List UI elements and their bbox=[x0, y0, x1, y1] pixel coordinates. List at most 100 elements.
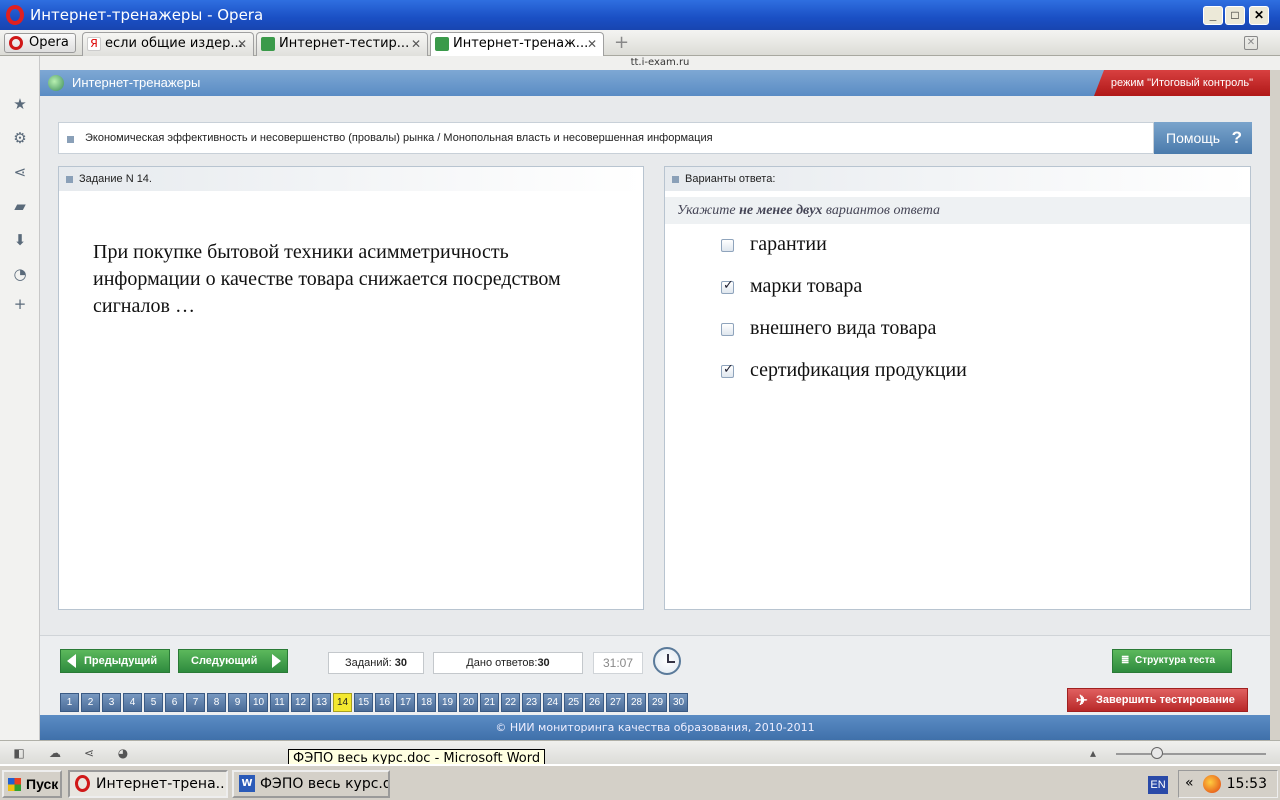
zoom-slider-track[interactable] bbox=[1116, 753, 1266, 755]
page-number-button[interactable]: 9 bbox=[228, 693, 247, 712]
mode-badge: режим "Итоговый контроль" bbox=[1094, 70, 1270, 96]
page-number-button[interactable]: 21 bbox=[480, 693, 499, 712]
square-bullet-icon bbox=[67, 136, 74, 143]
notes-icon[interactable]: ▰ bbox=[12, 198, 28, 214]
unite-icon[interactable]: ⋖ bbox=[82, 746, 96, 760]
browser-tab-1-label: если общие издер... bbox=[105, 36, 243, 51]
answer-option[interactable]: гарантии bbox=[721, 233, 1221, 259]
page-number-button[interactable]: 14 bbox=[333, 693, 352, 712]
option-checkbox[interactable] bbox=[721, 362, 734, 378]
answer-option[interactable]: марки товара bbox=[721, 275, 1221, 301]
start-button[interactable]: Пуск bbox=[2, 770, 62, 798]
page-number-button[interactable]: 8 bbox=[207, 693, 226, 712]
close-tab-icon[interactable]: ✕ bbox=[587, 33, 597, 55]
answer-option[interactable]: сертификация продукции bbox=[721, 359, 1221, 385]
minimize-button[interactable]: _ bbox=[1203, 6, 1223, 25]
page-number-button[interactable]: 22 bbox=[501, 693, 520, 712]
speed-dial-icon[interactable]: ◕ bbox=[116, 746, 130, 760]
task-heading: Задание N 14. bbox=[59, 167, 643, 191]
page-number-button[interactable]: 28 bbox=[627, 693, 646, 712]
browser-tab-1[interactable]: Я если общие издер... ✕ bbox=[82, 32, 254, 56]
page-number-button[interactable]: 13 bbox=[312, 693, 331, 712]
previous-button[interactable]: Предыдущий bbox=[60, 649, 170, 673]
page-number-button[interactable]: 4 bbox=[123, 693, 142, 712]
page-number-button[interactable]: 1 bbox=[60, 693, 79, 712]
finish-test-button[interactable]: ✈ Завершить тестирование bbox=[1067, 688, 1248, 712]
page-number-button[interactable]: 10 bbox=[249, 693, 268, 712]
panel-toggle-icon[interactable]: ◧ bbox=[12, 746, 26, 760]
page-number-button[interactable]: 18 bbox=[417, 693, 436, 712]
list-icon: ≣ bbox=[1121, 655, 1130, 666]
globe-icon bbox=[48, 75, 64, 91]
zoom-slider-thumb[interactable] bbox=[1151, 747, 1163, 759]
page-number-button[interactable]: 26 bbox=[585, 693, 604, 712]
app-footer: © НИИ мониторинга качества образования, … bbox=[40, 715, 1270, 740]
option-label: сертификация продукции bbox=[750, 359, 967, 381]
history-clock-icon[interactable]: ◔ bbox=[12, 266, 28, 282]
option-checkbox[interactable] bbox=[721, 323, 734, 336]
taskbar-item-word[interactable]: W ФЭПО весь курс.d... bbox=[232, 770, 390, 798]
page-number-button[interactable]: 16 bbox=[375, 693, 394, 712]
system-tray: « 15:53 bbox=[1178, 770, 1278, 798]
firefox-tray-icon[interactable] bbox=[1203, 775, 1221, 793]
trash-icon[interactable]: ✕ bbox=[1244, 36, 1258, 50]
new-tab-icon[interactable]: + bbox=[614, 34, 629, 52]
zoom-up-icon[interactable]: ▴ bbox=[1086, 746, 1100, 760]
page-number-button[interactable]: 30 bbox=[669, 693, 688, 712]
language-indicator[interactable]: EN bbox=[1148, 776, 1168, 794]
page-number-button[interactable]: 15 bbox=[354, 693, 373, 712]
answers-heading: Варианты ответа: bbox=[665, 167, 1250, 191]
answers-panel: Варианты ответа: Укажите не менее двух в… bbox=[664, 166, 1251, 610]
page-number-button[interactable]: 23 bbox=[522, 693, 541, 712]
page-number-button[interactable]: 19 bbox=[438, 693, 457, 712]
share-icon[interactable]: ⋖ bbox=[12, 164, 28, 180]
breadcrumb-text: Экономическая эффективность и несовершен… bbox=[85, 132, 713, 144]
option-label: гарантии bbox=[750, 233, 827, 255]
page-number-button[interactable]: 29 bbox=[648, 693, 667, 712]
page-number-button[interactable]: 7 bbox=[186, 693, 205, 712]
answers-counter: Дано ответов:30 bbox=[433, 652, 583, 674]
answer-option[interactable]: внешнего вида товара bbox=[721, 317, 1221, 343]
browser-tab-3[interactable]: Интернет-тренаж... ✕ bbox=[430, 32, 604, 56]
help-button[interactable]: Помощь ? bbox=[1154, 122, 1252, 154]
page-number-button[interactable]: 5 bbox=[144, 693, 163, 712]
taskbar-item-opera[interactable]: Интернет-трена... bbox=[68, 770, 228, 798]
cloud-icon[interactable]: ☁ bbox=[48, 746, 62, 760]
page-number-button[interactable]: 25 bbox=[564, 693, 583, 712]
add-panel-icon[interactable]: + bbox=[12, 296, 28, 312]
page-number-button[interactable]: 24 bbox=[543, 693, 562, 712]
page-number-button[interactable]: 12 bbox=[291, 693, 310, 712]
page-number-button[interactable]: 20 bbox=[459, 693, 478, 712]
maximize-button[interactable]: □ bbox=[1225, 6, 1245, 25]
page-number-button[interactable]: 27 bbox=[606, 693, 625, 712]
answers-counter-label: Дано ответов: bbox=[466, 657, 538, 669]
download-icon[interactable]: ⬇ bbox=[12, 232, 28, 248]
option-label: внешнего вида товара bbox=[750, 317, 937, 339]
page-number-button[interactable]: 2 bbox=[81, 693, 100, 712]
opera-menu-button[interactable]: Opera bbox=[4, 33, 76, 53]
next-button[interactable]: Следующий bbox=[178, 649, 288, 673]
tray-expand-icon[interactable]: « bbox=[1185, 775, 1194, 791]
url-display[interactable]: tt.i-exam.ru bbox=[40, 56, 1280, 70]
yandex-favicon-icon: Я bbox=[87, 37, 101, 51]
gear-icon[interactable]: ⚙ bbox=[12, 130, 28, 146]
close-tab-icon[interactable]: ✕ bbox=[411, 33, 421, 55]
close-tab-icon[interactable]: ✕ bbox=[237, 33, 247, 55]
breadcrumb: Экономическая эффективность и несовершен… bbox=[58, 122, 1154, 154]
question-text: При покупке бытовой техники асимметрично… bbox=[93, 241, 561, 317]
i-exam-favicon-icon bbox=[435, 37, 449, 51]
browser-tab-2[interactable]: Интернет-тестир... ✕ bbox=[256, 32, 428, 56]
page-number-button[interactable]: 17 bbox=[396, 693, 415, 712]
i-exam-favicon-icon bbox=[261, 37, 275, 51]
option-checkbox[interactable] bbox=[721, 239, 734, 252]
browser-tab-2-label: Интернет-тестир... bbox=[279, 36, 410, 51]
close-window-button[interactable]: ✕ bbox=[1249, 6, 1269, 25]
arrow-left-icon bbox=[67, 654, 76, 668]
option-checkbox[interactable] bbox=[721, 278, 734, 294]
page-number-button[interactable]: 3 bbox=[102, 693, 121, 712]
page-number-button[interactable]: 11 bbox=[270, 693, 289, 712]
test-structure-button[interactable]: ≣ Структура теста bbox=[1112, 649, 1232, 673]
bookmarks-star-icon[interactable]: ★ bbox=[12, 96, 28, 112]
navigation-controls: Предыдущий Следующий Заданий: 30 Дано от… bbox=[40, 635, 1270, 715]
page-number-button[interactable]: 6 bbox=[165, 693, 184, 712]
